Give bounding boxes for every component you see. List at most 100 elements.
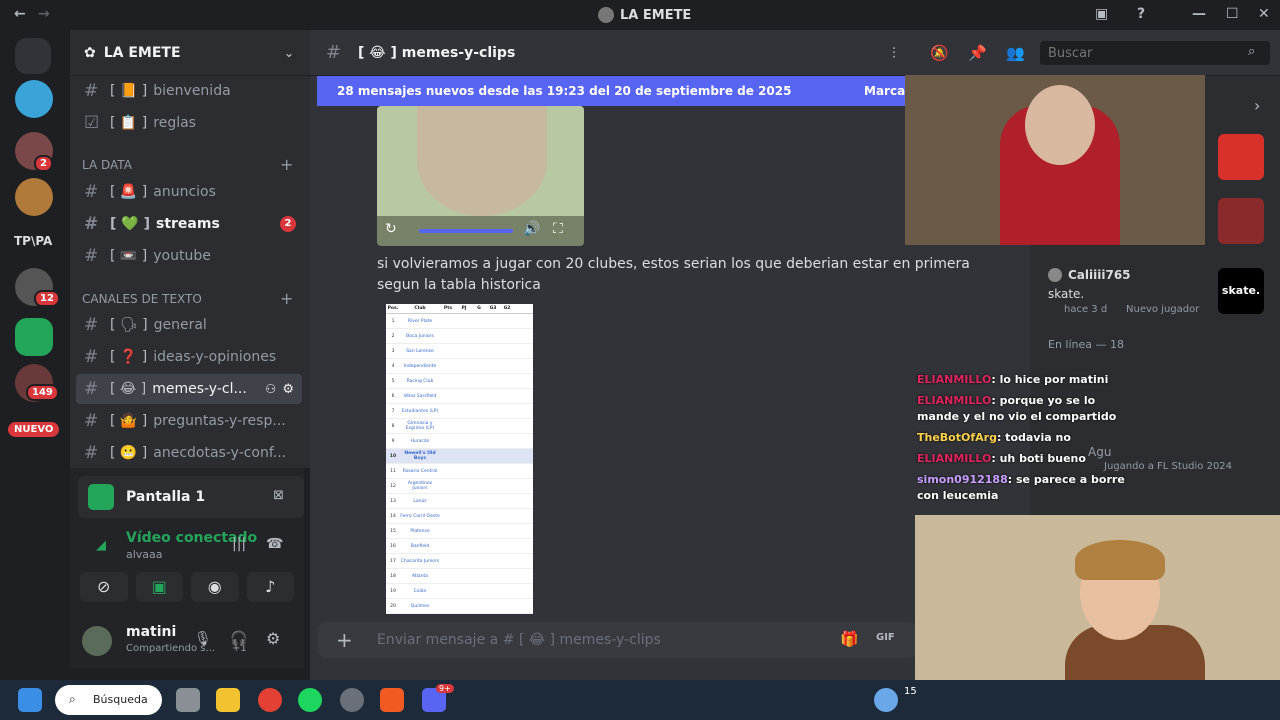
table-cell-pos: 20 — [390, 603, 396, 609]
channel-memes-y-clips[interactable]: # [ 😂 ] memes-y-cl... ⚇ ⚙ — [76, 374, 302, 404]
table-row: 5 Racing Club — [386, 374, 533, 389]
webcam-hair — [1075, 540, 1165, 580]
pin-icon[interactable]: 📌 — [968, 44, 987, 62]
table-row: 2 Boca Juniors — [386, 329, 533, 344]
table-image[interactable]: Pos. Club Pts PJ G G3 G2 1 River Plate 2 Boca Jun… — [386, 304, 533, 614]
folder-label[interactable]: TP\PA — [14, 234, 52, 248]
activity-icon[interactable]: ◉ — [191, 572, 239, 602]
channel-anecdotas[interactable]: # [ 😬 ] anecdotas-y-conf... — [76, 438, 302, 468]
windows-start-icon[interactable] — [18, 688, 42, 712]
message-input[interactable]: Enviar mensaje a # [ 😂 ] memes-y-clips — [377, 632, 661, 648]
title-bar: ← → LA EMETE ▣ ? — ☐ ✕ — [0, 0, 1280, 30]
table-cell-club: Argentinos Juniors — [407, 481, 433, 491]
discord-home-icon[interactable] — [15, 38, 51, 74]
channel-ideas-y-opiniones[interactable]: # [ ❓ ] ideas-y-opiniones — [76, 342, 302, 372]
clock[interactable]: 15 — [904, 686, 917, 697]
category-canales-de-texto[interactable]: CANALES DE TEXTO — [82, 292, 202, 306]
channel-general[interactable]: # [ 🗣 ] general — [76, 310, 302, 340]
new-messages-bar[interactable]: 28 mensajes nuevos desde las 19:23 del 2… — [317, 76, 917, 106]
add-attachment-icon[interactable]: + — [336, 628, 353, 652]
soundboard-icon[interactable]: ♪ — [246, 572, 294, 602]
member-name[interactable]: Caliiii765 — [1068, 268, 1131, 282]
replay-icon[interactable]: ↻ — [385, 221, 397, 237]
channel-emoji: [ 🚨 ] — [110, 184, 148, 200]
table-header-cell: Pos. — [387, 306, 399, 311]
gear-icon[interactable]: ⚙ — [282, 382, 294, 397]
hash-icon: # — [84, 81, 99, 101]
server-icon[interactable] — [15, 80, 53, 118]
table-cell-club: Vélez Sarsfield — [403, 393, 437, 399]
table-cell-pos: 12 — [390, 483, 396, 489]
channel-bienvenida[interactable]: # [ 📙 ] bienvenida — [76, 76, 302, 106]
invite-icon[interactable]: ⚇ — [265, 382, 276, 396]
brave-icon[interactable] — [380, 688, 404, 712]
task-view-icon[interactable] — [176, 688, 200, 712]
onedrive-icon[interactable] — [874, 688, 898, 712]
voice-channel[interactable]: alvaaa — [126, 548, 163, 561]
search-input[interactable] — [1040, 41, 1270, 65]
mic-icon[interactable]: 🎙 — [194, 631, 212, 647]
members-icon[interactable]: 👥 — [1006, 44, 1025, 62]
gift-icon[interactable]: 🎁 — [840, 630, 859, 648]
noise-suppression-icon[interactable]: ||| — [232, 536, 246, 552]
video-attachment[interactable]: ↻ 🔊 ⛶ — [377, 106, 584, 246]
fullscreen-icon[interactable]: ⛶ — [553, 221, 563, 237]
inbox-icon[interactable]: ▣ — [1095, 6, 1108, 22]
settings-icon[interactable]: ⚙ — [266, 629, 280, 648]
channel-reglas[interactable]: ☑ [ 📋 ] reglas — [76, 108, 302, 138]
add-channel-icon[interactable]: + — [280, 289, 293, 308]
gif-icon[interactable]: GIF — [876, 632, 895, 643]
back-arrow-icon[interactable]: ← — [14, 6, 26, 22]
stream-chat-user: TheBotOfArg — [917, 431, 997, 444]
spotify-icon[interactable] — [298, 688, 322, 712]
table-cell-club: Ferro Carril Oeste — [400, 513, 440, 519]
channel-name: youtube — [153, 248, 211, 264]
table-row: 17 Chacarita Juniors — [386, 554, 533, 569]
stream-chat-text: : todavia no — [996, 431, 1071, 444]
channel-title: [ 😂 ] memes-y-clips — [358, 45, 516, 61]
file-explorer-icon[interactable] — [216, 688, 240, 712]
chevron-right-icon[interactable]: › — [1254, 96, 1260, 115]
chrome-icon[interactable] — [258, 688, 282, 712]
channel-emoji: [ 📋 ] — [110, 115, 148, 131]
headphones-icon[interactable]: 🎧 — [230, 631, 247, 647]
maximize-icon[interactable]: ☐ — [1226, 6, 1239, 22]
category-la-data[interactable]: LA DATA — [82, 158, 132, 172]
table-row: 14 Ferro Carril Oeste — [386, 509, 533, 524]
server-icon[interactable] — [15, 178, 53, 216]
table-row: 16 Banfield — [386, 539, 533, 554]
volume-icon[interactable]: 🔊 — [523, 221, 540, 237]
channel-anuncios[interactable]: # [ 🚨 ] anuncios — [76, 177, 302, 207]
channel-youtube[interactable]: # [ 📼 ] youtube — [76, 241, 302, 271]
disconnect-icon[interactable]: ☎ — [266, 536, 283, 552]
help-icon[interactable]: ? — [1137, 6, 1145, 22]
video-progress[interactable] — [419, 229, 513, 233]
minimize-icon[interactable]: — — [1192, 6, 1206, 22]
stop-share-icon[interactable]: ⊠ — [273, 488, 284, 503]
channel-preguntas[interactable]: # [ 🤷 ] preguntas-y-resp... — [76, 406, 302, 436]
forward-arrow-icon[interactable]: → — [38, 6, 50, 22]
server-icon[interactable] — [15, 318, 53, 356]
avatar[interactable] — [1048, 268, 1062, 282]
hash-icon: # — [84, 411, 99, 431]
table-row: 15 Platense — [386, 524, 533, 539]
table-header-cell: G2 — [503, 306, 511, 311]
table-row: 8 Gimnasia y Esgrima (LP) — [386, 419, 533, 434]
mute-icon[interactable]: 🔕 — [930, 44, 949, 62]
close-icon[interactable]: ✕ — [1258, 6, 1270, 22]
threads-icon[interactable]: ⫶ — [892, 44, 896, 62]
channel-streams[interactable]: # [ 💚 ] streams 2 — [76, 209, 302, 239]
avatar[interactable] — [82, 626, 112, 656]
add-channel-icon[interactable]: + — [280, 155, 293, 174]
share-screen-icon[interactable]: ▣ — [135, 572, 183, 602]
obs-icon[interactable] — [340, 688, 364, 712]
channel-emoji: [ 📼 ] — [110, 248, 148, 264]
taskbar-search[interactable]: ⌕ Búsqueda — [55, 685, 162, 715]
camera-off-icon[interactable]: ⊘ — [80, 572, 128, 602]
table-cell-club: Banfield — [410, 543, 430, 549]
guild-header[interactable]: ✿ LA EMETE ⌄ — [70, 30, 310, 76]
screen-share-card[interactable]: Pantalla 1 ⊠ — [78, 476, 304, 518]
table-cell-pos: 19 — [390, 588, 396, 594]
stream-chat-message: simon0912188: se parece a borre con leuc… — [917, 472, 1132, 504]
message-input-box[interactable]: + Enviar mensaje a # [ 😂 ] memes-y-clips… — [318, 622, 918, 658]
